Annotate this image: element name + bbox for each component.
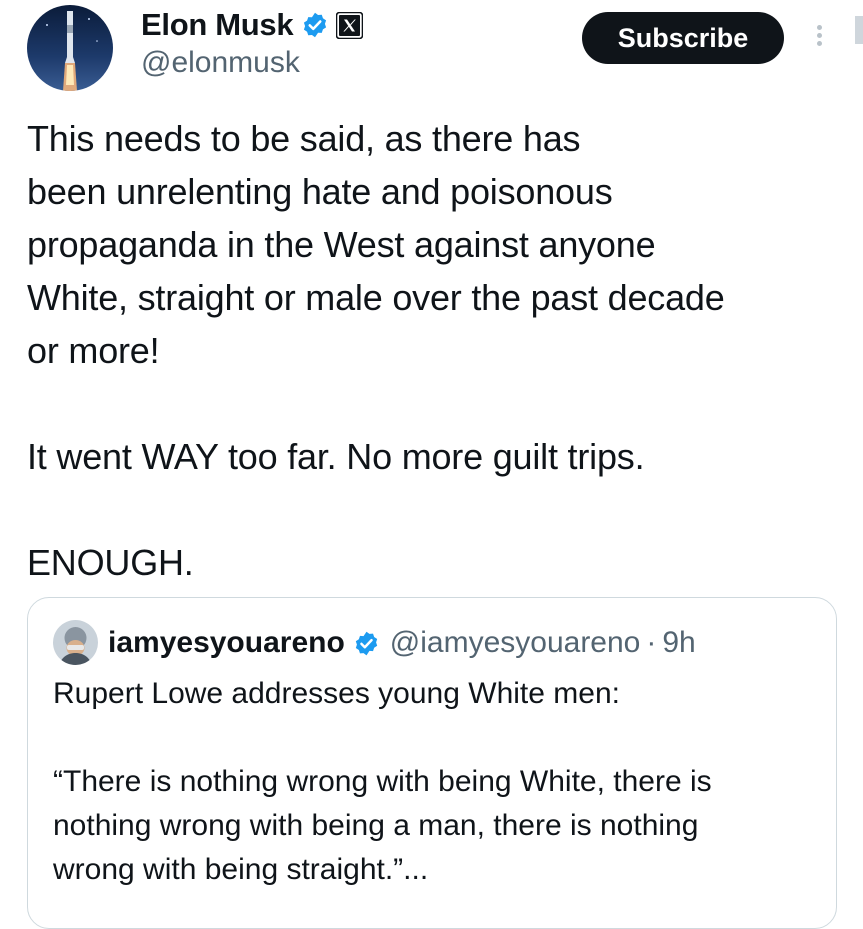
quoted-author-handle[interactable]: @iamyesyouareno xyxy=(390,626,641,660)
quoted-line: nothing wrong with being a man, there is… xyxy=(53,809,699,842)
author-name[interactable]: Elon Musk xyxy=(141,7,294,43)
verified-badge-icon xyxy=(301,11,329,39)
author-handle[interactable]: @elonmusk xyxy=(141,46,300,80)
tweet-line: been unrelenting hate and poisonous xyxy=(27,171,613,212)
author-avatar[interactable] xyxy=(27,5,113,91)
tweet-body: This needs to be said, as there has been… xyxy=(27,112,857,589)
subscribe-button[interactable]: Subscribe xyxy=(582,12,784,64)
x-affiliation-icon xyxy=(336,11,364,39)
quoted-author-avatar[interactable] xyxy=(53,620,98,665)
quoted-line: “There is nothing wrong with being White… xyxy=(53,765,712,798)
quoted-timestamp[interactable]: 9h xyxy=(662,626,695,660)
quoted-tweet-header: iamyesyouareno @iamyesyouareno · 9h xyxy=(108,626,696,660)
verified-badge-icon xyxy=(353,630,380,657)
more-vertical-icon[interactable] xyxy=(809,22,829,56)
author-name-row: Elon Musk xyxy=(141,7,364,43)
tweet-header: Elon Musk @elonmusk Subscribe xyxy=(0,0,863,100)
scrollbar[interactable] xyxy=(855,16,863,44)
tweet-line: propaganda in the West against anyone xyxy=(27,224,656,265)
separator-dot: · xyxy=(646,626,657,659)
quoted-line: Rupert Lowe addresses young White men: xyxy=(53,677,620,710)
quoted-line: wrong with being straight.”... xyxy=(53,853,429,886)
quoted-tweet-card[interactable]: iamyesyouareno @iamyesyouareno · 9h Rupe… xyxy=(27,597,837,929)
tweet-line: ENOUGH. xyxy=(27,542,194,583)
tweet-line: This needs to be said, as there has xyxy=(27,118,581,159)
tweet-line: White, straight or male over the past de… xyxy=(27,277,725,318)
quoted-tweet-body: Rupert Lowe addresses young White men: “… xyxy=(53,672,823,892)
tweet-line: or more! xyxy=(27,330,160,371)
tweet-line: It went WAY too far. No more guilt trips… xyxy=(27,436,645,477)
quoted-author-name[interactable]: iamyesyouareno xyxy=(108,626,345,660)
